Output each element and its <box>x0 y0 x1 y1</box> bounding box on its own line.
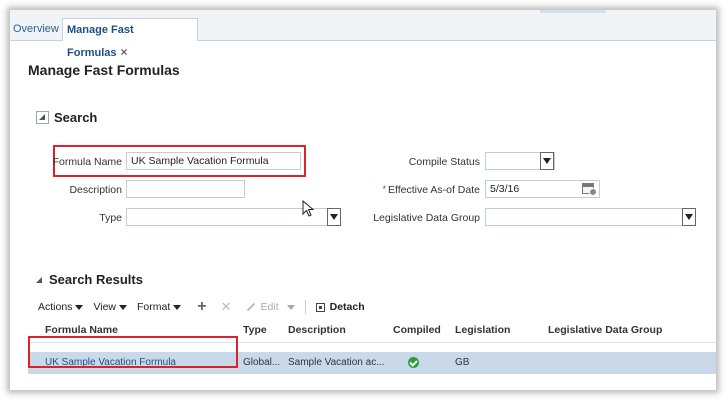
compile-status-label: Compile Status <box>408 156 480 168</box>
chevron-down-icon[interactable] <box>327 208 341 226</box>
col-compiled[interactable]: Compiled <box>393 324 441 336</box>
search-header-label: Search <box>54 110 98 125</box>
chevron-down-icon <box>75 304 84 310</box>
chevron-down-icon[interactable] <box>540 152 554 170</box>
add-icon[interactable]: + <box>197 299 206 315</box>
search-results-header[interactable]: Search Results <box>36 272 143 287</box>
actions-menu[interactable]: Actions <box>38 301 84 313</box>
toolbar-separator <box>304 300 306 314</box>
mouse-cursor-icon <box>302 200 315 217</box>
calendar-icon[interactable] <box>582 183 597 196</box>
description-input[interactable] <box>126 180 245 198</box>
highlight-result-row <box>28 336 238 368</box>
legislation-cell: GB <box>455 357 470 368</box>
results-toolbar: Actions View Format + ✕ Edit Detach <box>38 298 375 316</box>
check-icon <box>408 357 419 368</box>
col-type[interactable]: Type <box>243 324 267 336</box>
search-section-header[interactable]: Search <box>36 110 97 125</box>
page-title: Manage Fast Formulas <box>28 62 180 78</box>
detach-button[interactable]: Detach <box>315 301 365 313</box>
format-menu[interactable]: Format <box>137 301 182 313</box>
detach-icon <box>315 302 325 312</box>
top-strip <box>540 10 606 13</box>
description-label: Description <box>69 184 122 196</box>
edit-button[interactable]: Edit <box>246 301 295 313</box>
col-description[interactable]: Description <box>288 324 346 336</box>
delete-icon[interactable]: ✕ <box>221 299 232 315</box>
view-menu[interactable]: View <box>93 301 128 313</box>
chevron-down-icon[interactable] <box>682 208 696 226</box>
chevron-down-icon <box>286 304 295 310</box>
chevron-down-icon <box>119 304 128 310</box>
type-label: Type <box>99 212 122 224</box>
app-window: Overview Manage Fast Formulas × Manage Fa… <box>10 10 716 390</box>
chevron-down-icon <box>173 304 182 310</box>
required-indicator: * <box>382 184 386 194</box>
col-formula-name[interactable]: Formula Name <box>45 324 118 336</box>
tab-manage-fast-formulas[interactable]: Manage Fast Formulas × <box>62 18 198 59</box>
type-cell: Global... <box>243 357 281 368</box>
formula-name-input[interactable]: UK Sample Vacation Formula <box>126 152 301 170</box>
col-legislative-data-group[interactable]: Legislative Data Group <box>548 324 662 336</box>
effective-date-label: * Effective As-of Date <box>382 184 480 196</box>
collapse-icon[interactable] <box>36 111 49 124</box>
formula-name-label: Formula Name <box>52 156 122 168</box>
close-icon[interactable]: × <box>121 45 128 59</box>
description-cell: Sample Vacation ac... <box>288 357 385 368</box>
collapse-icon[interactable] <box>36 276 42 283</box>
legislative-data-group-select[interactable] <box>485 208 696 226</box>
legislative-data-group-label: Legislative Data Group <box>373 212 480 224</box>
search-results-label: Search Results <box>49 272 143 287</box>
col-legislation[interactable]: Legislation <box>455 324 510 336</box>
pencil-icon <box>246 302 255 312</box>
tab-bar: Overview Manage Fast Formulas × <box>10 10 716 59</box>
tab-overview[interactable]: Overview <box>10 18 62 40</box>
